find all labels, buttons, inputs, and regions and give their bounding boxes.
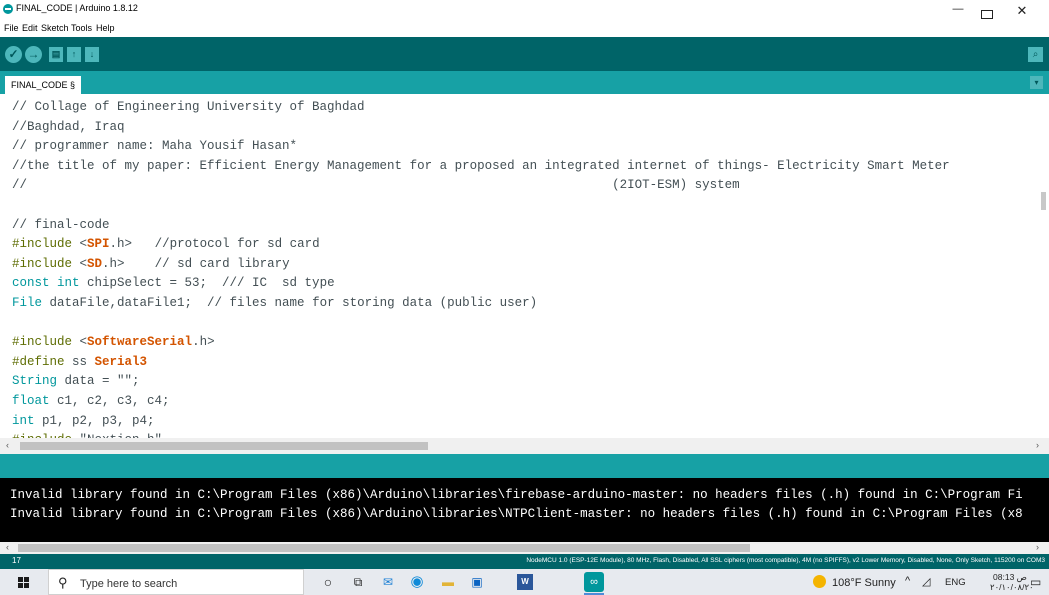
word-icon[interactable]: W [517, 574, 533, 590]
editor-vertical-scrollbar[interactable] [1041, 192, 1046, 210]
console-line: Invalid library found in C:\Program File… [10, 507, 1023, 521]
console-line: Invalid library found in C:\Program File… [10, 488, 1023, 502]
code-line[interactable]: //Baghdad, Iraq [12, 118, 950, 138]
console-text: Invalid library found in C:\Program File… [10, 486, 1023, 524]
open-sketch-button[interactable]: ↑ [67, 47, 81, 62]
code-line[interactable]: // Collage of Engineering University of … [12, 98, 950, 118]
console-scroll-right-icon[interactable]: › [1036, 542, 1039, 552]
editor-scroll-thumb[interactable] [20, 442, 428, 450]
menu-tools[interactable]: Tools [71, 23, 92, 33]
toolbar: ✓ → ▤ ↑ ↓ ⌕ [0, 37, 1049, 71]
windows-taskbar: ⚲ Type here to search ○ ⧉ ✉ ◉ ▬ ▣ W ∞ 10… [0, 569, 1049, 595]
verify-button[interactable]: ✓ [5, 46, 22, 63]
code-content[interactable]: // Collage of Engineering University of … [12, 98, 950, 438]
code-line[interactable]: // final-code [12, 216, 950, 236]
window-title: FINAL_CODE | Arduino 1.8.12 [16, 3, 138, 13]
message-area [0, 454, 1049, 478]
network-icon[interactable]: ◿ [922, 575, 930, 588]
code-line[interactable] [12, 196, 950, 216]
code-line[interactable]: int p1, p2, p3, p4; [12, 412, 950, 432]
code-line[interactable]: #include <SD.h> // sd card library [12, 255, 950, 275]
code-line[interactable]: //the title of my paper: Efficient Energ… [12, 157, 950, 177]
code-line[interactable]: File dataFile,dataFile1; // files name f… [12, 294, 950, 314]
code-line[interactable]: float c1, c2, c3, c4; [12, 392, 950, 412]
new-sketch-button[interactable]: ▤ [49, 47, 63, 62]
console-horizontal-scrollbar[interactable]: ‹ › [0, 542, 1049, 554]
menu-bar: File Edit Sketch Tools Help [0, 19, 1049, 37]
scroll-right-icon[interactable]: › [1036, 440, 1039, 450]
title-bar: FINAL_CODE | Arduino 1.8.12 — ✕ [0, 0, 1049, 19]
code-line[interactable]: #include <SoftwareSerial.h> [12, 333, 950, 353]
code-line[interactable] [12, 314, 950, 334]
tray-chevron-icon[interactable]: ^ [905, 575, 910, 587]
edge-icon[interactable]: ◉ [409, 574, 425, 590]
file-explorer-icon[interactable]: ▬ [440, 574, 456, 590]
menu-sketch[interactable]: Sketch [41, 23, 69, 33]
line-number: 17 [12, 556, 21, 565]
scroll-left-icon[interactable]: ‹ [6, 440, 9, 450]
clock-date: ٢٠/١٠/٠٨/٢٠ [990, 582, 1034, 592]
board-info: NodeMCU 1.0 (ESP-12E Module), 80 MHz, Fl… [526, 557, 1045, 564]
close-button[interactable]: ✕ [1012, 3, 1032, 19]
tab-final-code[interactable]: FINAL_CODE § [5, 76, 82, 94]
arduino-taskbar-icon[interactable]: ∞ [584, 572, 604, 595]
board-info-bar: 17 NodeMCU 1.0 (ESP-12E Module), 80 MHz,… [0, 554, 1049, 569]
notifications-icon[interactable]: ▭ [1030, 575, 1041, 589]
menu-help[interactable]: Help [96, 23, 115, 33]
save-sketch-button[interactable]: ↓ [85, 47, 99, 62]
arduino-logo-icon [3, 4, 13, 14]
code-line[interactable]: #include <SPI.h> //protocol for sd card [12, 235, 950, 255]
tab-row: FINAL_CODE § ▾ [0, 71, 1049, 94]
tab-menu-button[interactable]: ▾ [1030, 76, 1043, 89]
code-line[interactable]: String data = ""; [12, 372, 950, 392]
console-output: Invalid library found in C:\Program File… [0, 478, 1049, 542]
search-placeholder: Type here to search [80, 578, 178, 590]
code-line[interactable]: #include "Nextion.h" [12, 431, 950, 438]
code-line[interactable]: const int chipSelect = 53; /// IC sd typ… [12, 274, 950, 294]
minimize-button[interactable]: — [948, 3, 968, 15]
console-scroll-left-icon[interactable]: ‹ [6, 542, 9, 552]
weather-sun-icon[interactable] [813, 575, 826, 588]
menu-edit[interactable]: Edit [22, 23, 38, 33]
task-view-icon[interactable]: ⧉ [350, 574, 366, 590]
search-icon: ⚲ [58, 575, 68, 590]
clock[interactable]: 08:13 ص ٢٠/١٠/٠٨/٢٠ [990, 572, 1034, 592]
weather-text[interactable]: 108°F Sunny [832, 577, 896, 589]
clock-time: 08:13 ص [993, 572, 1027, 582]
code-editor[interactable]: // Collage of Engineering University of … [0, 94, 1049, 438]
code-line[interactable]: #define ss Serial3 [12, 353, 950, 373]
code-line[interactable]: // programmer name: Maha Yousif Hasan* [12, 137, 950, 157]
mail-icon[interactable]: ✉ [380, 574, 396, 590]
editor-horizontal-scrollbar[interactable]: ‹ › [0, 438, 1049, 454]
store-icon[interactable]: ▣ [469, 574, 485, 590]
serial-monitor-button[interactable]: ⌕ [1028, 47, 1043, 62]
code-line[interactable]: // (2IOT-ESM) system [12, 176, 950, 196]
language-indicator[interactable]: ENG [945, 577, 966, 588]
taskbar-search[interactable]: ⚲ Type here to search [48, 569, 304, 595]
windows-start-icon[interactable] [18, 577, 30, 589]
menu-file[interactable]: File [4, 23, 19, 33]
cortana-icon[interactable]: ○ [320, 574, 336, 590]
upload-button[interactable]: → [25, 46, 42, 63]
console-scroll-thumb[interactable] [18, 544, 750, 552]
maximize-button[interactable] [981, 10, 993, 19]
